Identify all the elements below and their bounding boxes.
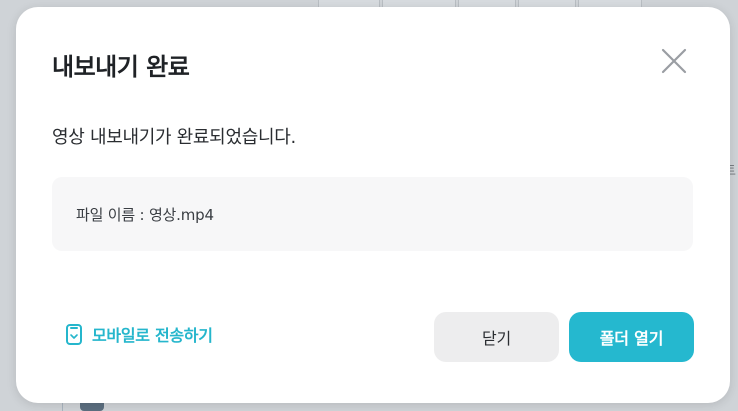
dialog-message: 영상 내보내기가 완료되었습니다.: [52, 127, 296, 148]
close-dialog-button-label: 닫기: [481, 329, 512, 348]
open-folder-button[interactable]: 폴더 열기: [569, 312, 694, 362]
close-icon: [661, 48, 687, 74]
close-dialog-button[interactable]: 닫기: [434, 312, 559, 362]
open-folder-button-label: 폴더 열기: [599, 329, 664, 348]
send-to-mobile-link[interactable]: 모바일로 전송하기: [64, 322, 213, 346]
send-to-mobile-label: 모바일로 전송하기: [92, 326, 213, 345]
mobile-phone-icon: [66, 324, 82, 345]
file-info-box: 파일 이름 : 영상.mp4: [52, 177, 693, 251]
close-button[interactable]: [658, 45, 690, 77]
file-name-text: 파일 이름 : 영상.mp4: [76, 206, 214, 224]
export-complete-dialog: 내보내기 완료 영상 내보내기가 완료되었습니다. 파일 이름 : 영상.mp4…: [16, 7, 730, 403]
dialog-title: 내보내기 완료: [52, 53, 190, 81]
